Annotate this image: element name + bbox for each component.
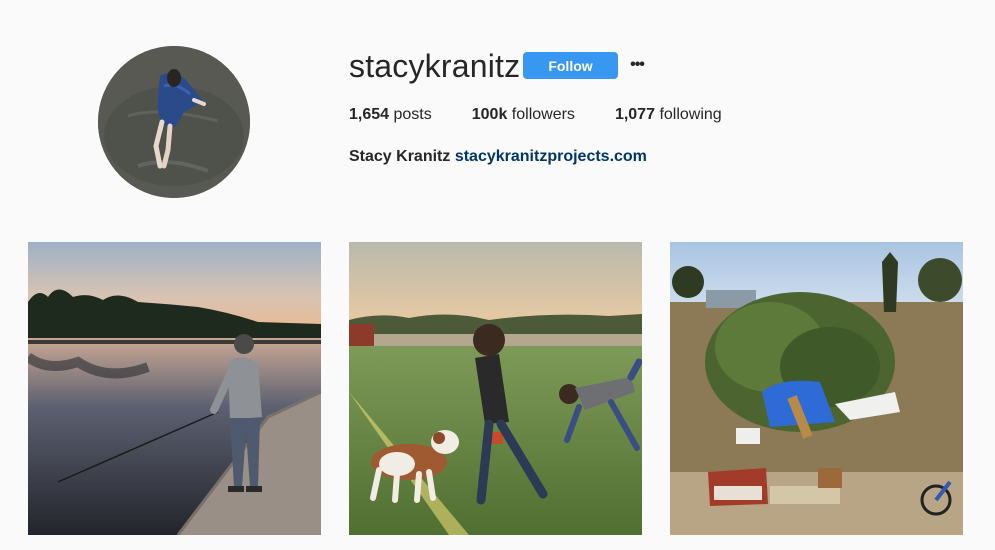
posts-stat: 1,654 posts — [349, 106, 432, 124]
posts-count: 1,654 — [349, 106, 390, 123]
more-options-icon[interactable]: ••• — [628, 56, 646, 74]
following-count: 1,077 — [614, 106, 655, 123]
profile-stats: 1,654 posts 100k followers 1,077 followi… — [349, 106, 762, 124]
photo-children-playing-with-dog-icon — [349, 242, 642, 535]
post-thumbnail[interactable] — [28, 242, 321, 535]
profile-username: stacykranitz — [349, 48, 521, 84]
photo-encampment-with-furniture-icon — [670, 242, 963, 535]
photo-man-fishing-at-sunset-icon — [28, 242, 321, 535]
follow-button[interactable]: Follow — [523, 52, 618, 79]
post-thumbnail[interactable] — [670, 242, 963, 535]
profile-website-link[interactable]: stacykranitz­projects.com — [455, 148, 647, 165]
following-stat[interactable]: 1,077 following — [615, 106, 722, 124]
posts-label: posts — [393, 106, 432, 123]
profile-full-name: Stacy Kranitz — [349, 148, 451, 165]
post-thumbnail[interactable] — [349, 242, 642, 535]
followers-label: followers — [511, 106, 575, 123]
following-label: following — [659, 106, 722, 123]
followers-count: 100k — [471, 106, 508, 123]
profile-avatar[interactable] — [98, 46, 250, 198]
profile-bio: Stacy Kranitz stacykranitz­projects.com — [349, 148, 647, 166]
followers-stat[interactable]: 100k followers — [472, 106, 575, 124]
